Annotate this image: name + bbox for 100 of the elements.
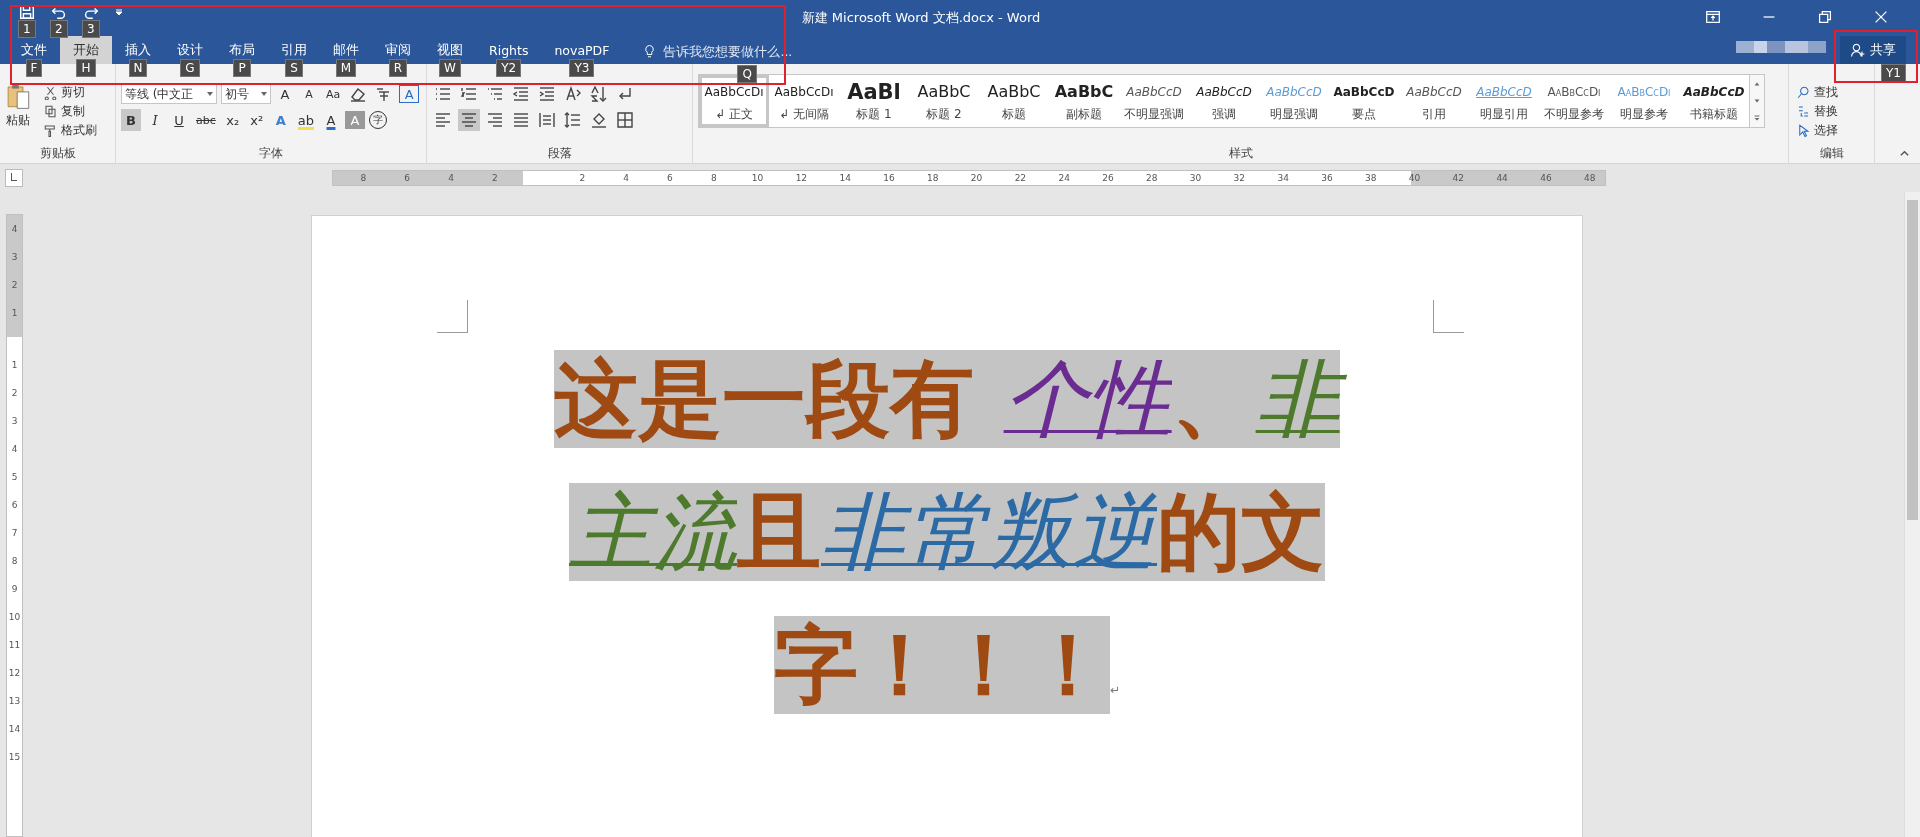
ruler-number: 5 <box>11 471 18 484</box>
change-case-button[interactable]: Aa <box>323 83 344 105</box>
ruler-number: 1 <box>11 307 18 320</box>
ruler-number: 18 <box>926 173 940 183</box>
clipboard-button[interactable]: 复制 <box>41 102 99 120</box>
keytip-badge: W <box>439 59 461 77</box>
ruler-number: 9 <box>11 583 18 596</box>
ruler-number: 20 <box>969 173 984 183</box>
group-label: 字体 <box>258 145 284 162</box>
ribbon-display-icon[interactable] <box>1704 8 1722 26</box>
tell-me-field[interactable]: 告诉我您想要做什么... <box>642 38 806 64</box>
clipboard-button[interactable]: 剪切 <box>41 83 99 101</box>
ruler-number: 8 <box>709 173 718 183</box>
ruler-number: 6 <box>666 173 674 183</box>
ruler-number: 3 <box>11 251 18 264</box>
ruler-number: 40 <box>1407 173 1422 183</box>
ruler-number: 10 <box>750 173 765 183</box>
ruler-number: 12 <box>794 173 809 183</box>
ruler-number: 11 <box>8 639 21 652</box>
borders-icon[interactable] <box>614 109 636 131</box>
highlight-button[interactable]: ab <box>294 109 317 131</box>
dropdown-caret-icon[interactable] <box>261 92 267 96</box>
group-label: 段落 <box>546 145 573 162</box>
add-person-icon <box>1850 42 1866 58</box>
editing-button[interactable]: 查找 <box>1794 83 1869 101</box>
group-label: 样式 <box>1227 145 1254 162</box>
align-center-icon[interactable] <box>458 109 480 131</box>
italic-button[interactable]: I <box>145 109 165 131</box>
editing-button[interactable]: 选择 <box>1794 121 1869 139</box>
editing-button[interactable]: 替换 <box>1794 102 1869 120</box>
keytip-badge: F <box>25 59 43 77</box>
ruler-number: 2 <box>11 387 18 400</box>
replace-icon <box>1796 103 1811 119</box>
ruler-number: 4 <box>622 173 631 183</box>
document-text: 这是一段有 个性、非主流且非常叛逆的文字！！！↵ <box>537 333 1357 837</box>
ruler-number: 22 <box>1013 173 1028 183</box>
keytip-badge: S <box>285 59 303 77</box>
ruler-number: 14 <box>8 723 21 736</box>
ruler-number: 46 <box>1539 173 1553 183</box>
keytip-badge: M <box>335 59 357 77</box>
bold-button[interactable]: B <box>121 109 141 131</box>
search-icon <box>1796 84 1811 100</box>
vertical-scrollbar[interactable] <box>1904 192 1920 837</box>
cursor-icon <box>1796 122 1811 138</box>
customize-caret-icon[interactable] <box>114 7 124 17</box>
grow-font-button[interactable]: A <box>275 83 295 105</box>
ruler-number: 2 <box>11 279 18 292</box>
ruler-number: 4 <box>447 173 455 183</box>
font-name-field[interactable]: 等线 (中文正 <box>121 84 217 104</box>
keytip-badge: H <box>76 59 96 77</box>
scissors-icon <box>43 84 58 100</box>
tab-stop-selector[interactable] <box>5 169 23 187</box>
group-label: 编辑 <box>1818 145 1845 162</box>
ruler-number: 2 <box>578 173 587 183</box>
ruler-number: 1 <box>11 359 18 372</box>
ruler-number: 10 <box>8 611 21 624</box>
ruler-number: 6 <box>403 173 412 183</box>
ruler-number: 8 <box>359 173 368 183</box>
ruler-number: 12 <box>8 667 21 680</box>
ruler-number: 2 <box>490 173 499 183</box>
keytip-badge: P <box>233 59 251 77</box>
scroll-down-icon[interactable] <box>1753 97 1761 105</box>
clipboard-icon <box>5 82 31 110</box>
ruler-number: 4 <box>11 223 18 236</box>
font-size-field[interactable]: 初号 <box>221 84 271 104</box>
keytip-badge: Y2 <box>496 59 522 77</box>
ruler-number: 34 <box>1276 173 1290 183</box>
text-effect-button[interactable]: A <box>270 109 291 131</box>
ruler-number: 42 <box>1451 173 1466 183</box>
ruler-number: 6 <box>11 499 18 512</box>
shrink-font-button[interactable]: A <box>299 83 319 105</box>
paintbrush-icon <box>43 122 58 138</box>
group-label: 剪贴板 <box>38 145 77 162</box>
character-border-button[interactable]: A <box>399 85 420 103</box>
ruler-number: 7 <box>11 527 18 540</box>
clipboard-button[interactable]: 格式刷 <box>41 121 99 139</box>
subscript-button[interactable]: x₂ <box>222 109 243 131</box>
keytip-badge: Y3 <box>569 59 595 77</box>
paste-button[interactable]: 粘贴 <box>5 82 31 145</box>
font-color-button[interactable]: A <box>321 109 341 131</box>
ruler-number: 32 <box>1232 173 1247 183</box>
keytip-badge: 1 <box>18 20 36 38</box>
ruler-number: 16 <box>882 173 896 183</box>
ruler-number: 36 <box>1320 173 1334 183</box>
ruler-number: 8 <box>11 555 18 568</box>
ruler-number: 38 <box>1364 173 1378 183</box>
dropdown-caret-icon[interactable] <box>207 92 213 96</box>
restore-icon[interactable] <box>1816 8 1834 26</box>
underline-button[interactable]: U <box>169 109 189 131</box>
strikethrough-button[interactable]: abc <box>193 109 219 131</box>
keytip-badge: 2 <box>50 20 68 38</box>
share-button[interactable]: 共享 <box>1840 36 1906 64</box>
keytip-badge: Q <box>737 65 757 83</box>
ribbon-tab[interactable]: 开始 <box>60 36 112 64</box>
copy-icon <box>43 103 58 119</box>
superscript-button[interactable]: x² <box>246 109 267 131</box>
ruler-number: 4 <box>11 443 18 456</box>
collapse-ribbon-icon[interactable] <box>1899 148 1910 159</box>
margin-corner-mark <box>1433 300 1464 333</box>
margin-corner-mark <box>437 300 468 333</box>
